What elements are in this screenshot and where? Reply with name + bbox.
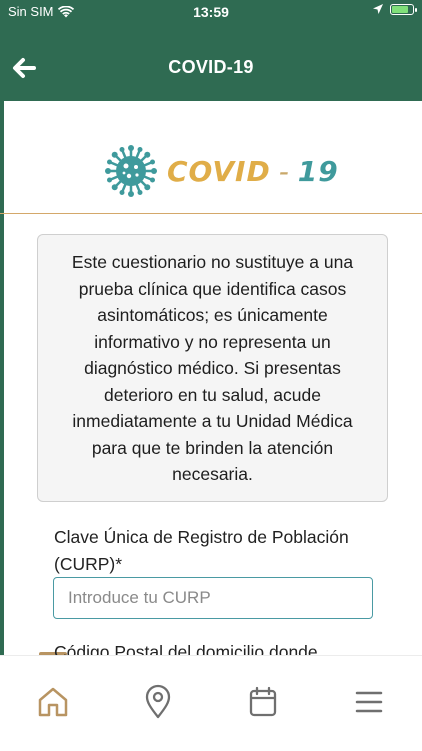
- home-icon: [38, 687, 68, 717]
- section-divider: [0, 213, 422, 214]
- tab-calendar[interactable]: [245, 684, 281, 720]
- status-bar: Sin SIM 13:59: [0, 0, 422, 24]
- logo-dash: -: [278, 154, 290, 188]
- menu-icon: [355, 691, 383, 713]
- status-time: 13:59: [193, 4, 229, 20]
- virus-icon: [105, 145, 157, 197]
- battery-level: [392, 5, 408, 13]
- postal-code-label: Código Postal del domicilio donde: [54, 638, 374, 656]
- bottom-tab-bar: [0, 655, 422, 751]
- app-header: Sin SIM 13:59 COVID-19: [0, 0, 422, 101]
- logo-number: 19: [297, 154, 339, 188]
- postal-code-label-text: Código Postal del domicilio donde: [54, 642, 318, 656]
- status-right: [372, 3, 417, 15]
- covid-logo: COVID -19: [105, 145, 339, 197]
- logo-text: COVID -19: [167, 155, 339, 188]
- page-title: COVID-19: [168, 57, 254, 77]
- tab-menu[interactable]: [351, 684, 387, 720]
- curp-input[interactable]: [53, 577, 373, 619]
- curp-label: Clave Única de Registro de Población (CU…: [54, 527, 349, 574]
- location-arrow-icon: [373, 4, 383, 14]
- location-pin-icon: [145, 684, 171, 719]
- disclaimer-box: Este cuestionario no sustituye a una pru…: [37, 234, 388, 502]
- tab-location[interactable]: [140, 684, 176, 720]
- battery-icon: [390, 3, 417, 15]
- logo-word: COVID: [167, 154, 271, 188]
- calendar-icon: [249, 686, 277, 717]
- tab-home[interactable]: [35, 684, 71, 720]
- left-edge-accent: [0, 101, 4, 661]
